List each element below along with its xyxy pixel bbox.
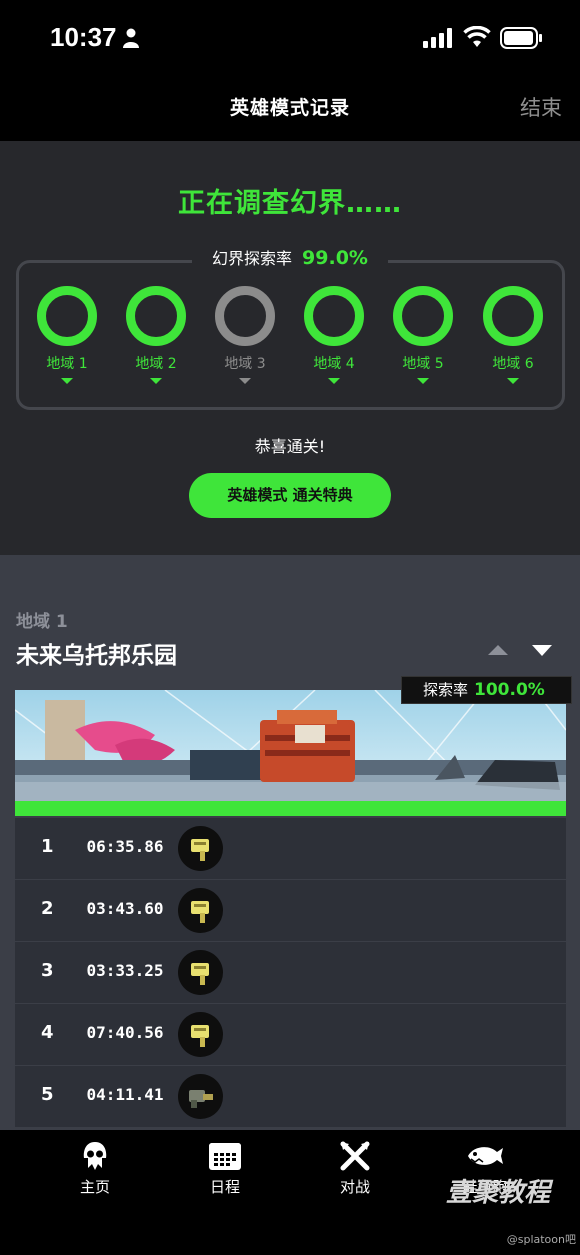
stage-clear-time: 07:40.56 xyxy=(86,1023,164,1042)
chevron-down-icon xyxy=(150,378,162,384)
area-rate-label: 探索率 xyxy=(423,681,469,699)
squid-icon xyxy=(83,1142,107,1170)
next-area-icon[interactable] xyxy=(532,645,552,656)
region-ring-icon xyxy=(304,286,364,346)
hero-weapon-icon xyxy=(178,826,223,871)
area-banner-image xyxy=(15,690,566,801)
stage-row[interactable]: 5 04:11.41 xyxy=(15,1066,566,1127)
chevron-down-icon xyxy=(507,378,519,384)
exploration-rate: 幻界探索率 99.0% xyxy=(0,245,580,269)
stage-number: 1 xyxy=(41,836,54,857)
stage-row[interactable]: 3 03:33.25 xyxy=(15,942,566,1003)
salmon-icon xyxy=(468,1147,503,1165)
hero-weapon-icon xyxy=(178,888,223,933)
previous-area-icon[interactable] xyxy=(488,645,508,655)
stage-number: 5 xyxy=(41,1084,54,1105)
end-button[interactable]: 结束 xyxy=(520,92,562,122)
stage-row[interactable]: 1 06:35.86 xyxy=(15,818,566,879)
region-button-4[interactable]: 地域 4 xyxy=(294,286,374,384)
chevron-down-icon xyxy=(328,378,340,384)
exploration-rate-value: 99.0% xyxy=(302,247,368,269)
crossed-weapons-icon xyxy=(340,1141,370,1171)
region-ring-icon xyxy=(393,286,453,346)
region-ring-icon xyxy=(483,286,543,346)
area-rate-tag: 探索率 100.0% xyxy=(401,676,572,704)
nav-home[interactable]: 主页 xyxy=(45,1140,145,1197)
overview-panel: 正在调查幻界…… 幻界探索率 99.0% 地域 1 地域 2 地域 3 地域 4 … xyxy=(0,141,580,555)
chevron-down-icon xyxy=(239,378,251,384)
area-progress-bar xyxy=(15,801,566,816)
watermark-credit: @splatoon吧 xyxy=(506,1233,576,1246)
region-label: 地域 3 xyxy=(224,356,266,372)
clear-reward-button[interactable]: 英雄模式 通关特典 xyxy=(189,473,391,518)
nav-battle[interactable]: 对战 xyxy=(305,1140,405,1197)
nav-label: 日程 xyxy=(209,1178,240,1196)
stage-clear-time: 03:43.60 xyxy=(86,899,164,918)
stage-row[interactable]: 4 07:40.56 xyxy=(15,1004,566,1065)
stage-clear-time: 03:33.25 xyxy=(86,961,164,980)
nav-label: 主页 xyxy=(79,1178,110,1196)
stage-clear-time: 04:11.41 xyxy=(86,1085,164,1104)
hero-roller-icon xyxy=(178,1074,223,1119)
calendar-icon xyxy=(209,1143,241,1170)
region-ring-icon xyxy=(126,286,186,346)
region-label: 地域 2 xyxy=(135,356,177,372)
stage-clear-time: 06:35.86 xyxy=(86,837,164,856)
stage-row[interactable]: 2 03:43.60 xyxy=(15,880,566,941)
area-name: 未来乌托邦乐园 xyxy=(16,643,177,669)
area-rate-value: 100.0% xyxy=(474,680,545,700)
page-title: 英雄模式记录 xyxy=(229,97,350,119)
chevron-down-icon xyxy=(417,378,429,384)
region-label: 地域 4 xyxy=(313,356,355,372)
header: 英雄模式记录 结束 xyxy=(0,78,580,141)
region-button-2[interactable]: 地域 2 xyxy=(116,286,196,384)
wifi-icon xyxy=(463,26,491,47)
hero-weapon-icon xyxy=(178,1012,223,1057)
battery-icon xyxy=(500,27,542,49)
nav-schedule[interactable]: 日程 xyxy=(175,1140,275,1197)
hero-weapon-icon xyxy=(178,950,223,995)
status-bar: 10:37 xyxy=(0,0,580,78)
region-button-1[interactable]: 地域 1 xyxy=(27,286,107,384)
region-label: 地域 1 xyxy=(46,356,88,372)
region-ring-icon xyxy=(37,286,97,346)
nav-label: 对战 xyxy=(339,1178,370,1196)
area-label: 地域 1 xyxy=(16,612,68,632)
stage-number: 4 xyxy=(41,1022,54,1043)
watermark-logo: 壹聚教程 xyxy=(446,1178,551,1208)
stage-number: 2 xyxy=(41,898,54,919)
congrats-text: 恭喜通关! xyxy=(254,437,326,456)
area-detail-panel: 地域 1 未来乌托邦乐园 探索率 100.0% 1 06:35.86 2 03:… xyxy=(0,555,580,1130)
person-icon xyxy=(123,28,139,48)
status-heading: 正在调查幻界…… xyxy=(178,188,402,219)
region-ring-icon xyxy=(215,286,275,346)
region-button-3[interactable]: 地域 3 xyxy=(205,286,285,384)
status-time: 10:37 xyxy=(50,22,117,52)
signal-icon xyxy=(423,28,452,48)
region-button-6[interactable]: 地域 6 xyxy=(473,286,553,384)
region-label: 地域 5 xyxy=(402,356,444,372)
stage-number: 3 xyxy=(41,960,54,981)
exploration-rate-label: 幻界探索率 xyxy=(212,249,293,268)
chevron-down-icon xyxy=(61,378,73,384)
region-label: 地域 6 xyxy=(492,356,534,372)
region-button-5[interactable]: 地域 5 xyxy=(383,286,463,384)
